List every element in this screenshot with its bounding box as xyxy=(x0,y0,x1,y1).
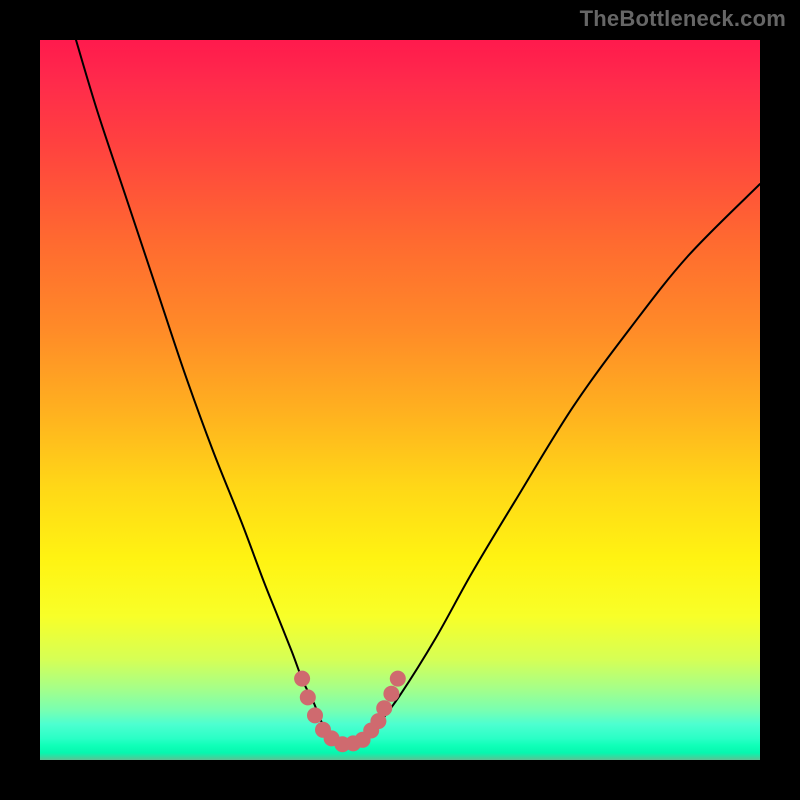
trough-marker xyxy=(376,700,392,716)
chart-container: TheBottleneck.com xyxy=(0,0,800,800)
trough-marker xyxy=(383,686,399,702)
bottleneck-curve xyxy=(76,40,760,746)
curve-svg xyxy=(40,40,760,760)
watermark-text: TheBottleneck.com xyxy=(580,6,786,32)
trough-marker xyxy=(294,671,310,687)
trough-markers xyxy=(294,671,406,753)
trough-marker xyxy=(300,689,316,705)
trough-marker xyxy=(390,671,406,687)
plot-area xyxy=(40,40,760,760)
trough-marker xyxy=(307,707,323,723)
